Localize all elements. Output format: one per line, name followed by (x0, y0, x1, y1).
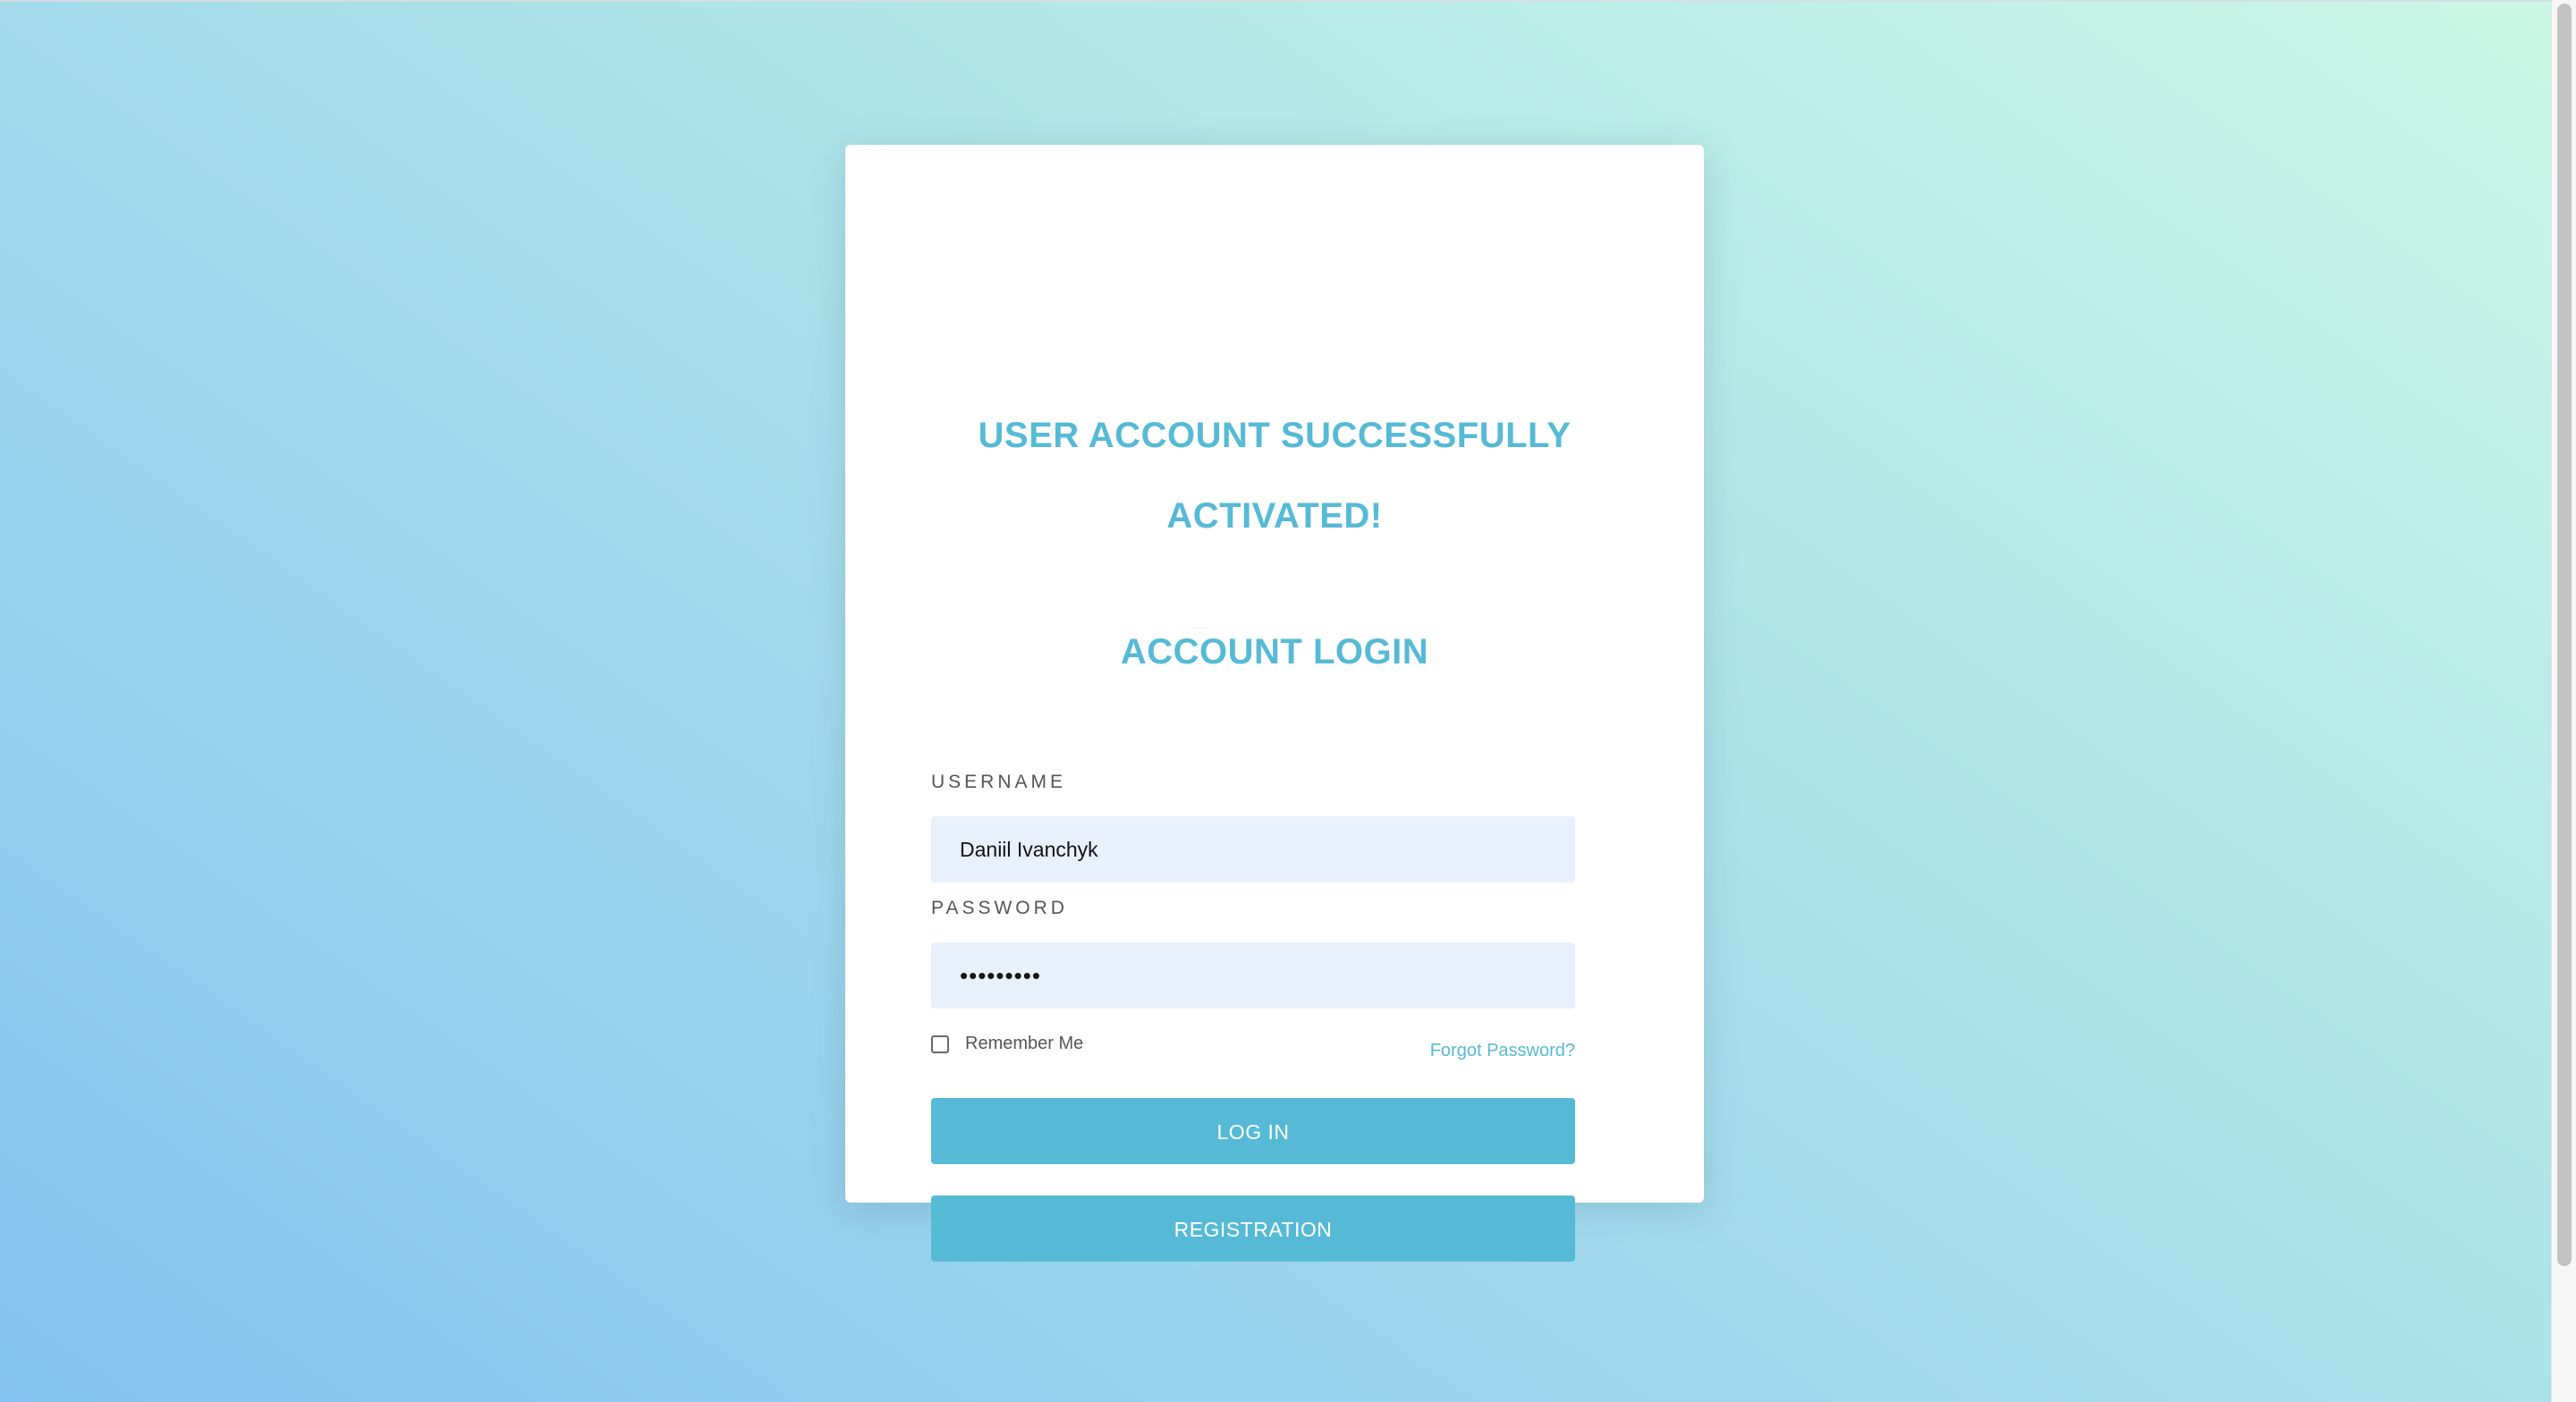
login-button[interactable]: LOG IN (931, 1098, 1575, 1164)
page-title: ACCOUNT LOGIN (1120, 632, 1429, 671)
username-label: USERNAME (931, 772, 1067, 792)
password-field[interactable] (931, 942, 1575, 1009)
remember-me-label[interactable]: Remember Me (965, 1034, 1083, 1054)
login-card: USER ACCOUNT SUCCESSFULLY ACTIVATED! ACC… (845, 145, 1704, 1262)
activation-message-line-1: USER ACCOUNT SUCCESSFULLY (978, 416, 1572, 455)
registration-button[interactable]: REGISTRATION (931, 1195, 1575, 1262)
activation-message-line-2: ACTIVATED! (1166, 496, 1383, 536)
scrollbar-thumb[interactable] (2557, 4, 2572, 1266)
remember-me-checkbox[interactable] (931, 1035, 949, 1053)
password-label: PASSWORD (931, 898, 1068, 918)
vertical-scrollbar[interactable] (2551, 0, 2576, 1402)
top-divider (0, 0, 2551, 2)
username-field[interactable] (931, 816, 1575, 883)
remember-me[interactable]: Remember Me (931, 1034, 1083, 1054)
forgot-password-link[interactable]: Forgot Password? (1430, 1041, 1575, 1061)
